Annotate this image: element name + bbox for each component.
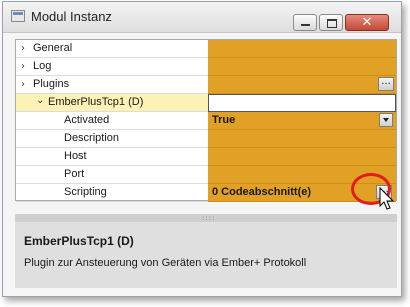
maximize-button[interactable]	[319, 14, 343, 31]
property-row-emberplustcp1[interactable]: ⌄ EmberPlusTcp1 (D)	[16, 94, 396, 112]
property-row-host[interactable]: Host	[16, 148, 396, 166]
activated-value: True	[212, 114, 236, 126]
expand-chevron-icon[interactable]: ›	[21, 61, 25, 72]
property-row-plugins[interactable]: › Plugins ...	[16, 76, 396, 94]
close-icon: ✕	[361, 15, 373, 30]
property-row-scripting[interactable]: Scripting 0 Codeabschnitt(e) ...	[16, 184, 396, 202]
minimize-icon	[301, 24, 310, 26]
host-value-cell[interactable]	[208, 148, 396, 166]
window-title: Modul Instanz	[31, 9, 112, 24]
property-label: Log	[33, 60, 52, 72]
modul-instanz-window: Modul Instanz ✕ › General › Log › Plugin…	[2, 1, 402, 297]
help-description: Plugin zur Ansteuerung von Geräten via E…	[24, 257, 307, 269]
property-label: Scripting	[64, 186, 107, 198]
property-label: General	[33, 42, 73, 54]
property-name-cell: Host	[16, 148, 208, 166]
title-bar[interactable]: Modul Instanz ✕	[3, 2, 401, 33]
property-name-cell: ⌄ EmberPlusTcp1 (D)	[16, 94, 208, 112]
property-row-port[interactable]: Port	[16, 166, 396, 184]
expand-chevron-icon[interactable]: ›	[21, 43, 25, 54]
scripting-value: 0 Codeabschnitt(e)	[212, 186, 312, 198]
activated-dropdown-button[interactable]	[379, 113, 393, 127]
property-label: Activated	[64, 114, 110, 126]
description-value-cell[interactable]	[208, 130, 396, 148]
minimize-button[interactable]	[293, 14, 317, 31]
property-label: Port	[64, 168, 85, 180]
property-name-cell: Port	[16, 166, 208, 184]
property-name-cell: › Plugins	[16, 76, 208, 94]
property-name-cell: Scripting	[16, 184, 208, 202]
property-value-cell[interactable]: True	[208, 112, 396, 130]
splitter-grip-icon: ::::	[202, 214, 216, 222]
plugins-ellipsis-button[interactable]: ...	[378, 77, 394, 91]
property-label: Description	[64, 132, 120, 144]
property-label: Host	[64, 150, 87, 162]
property-row-description[interactable]: Description	[16, 130, 396, 148]
property-grid: › General › Log › Plugins ... ⌄ EmberPlu…	[15, 39, 397, 202]
collapse-chevron-icon[interactable]: ⌄	[36, 95, 44, 106]
mouse-cursor-icon	[379, 187, 395, 210]
property-value-cell[interactable]	[208, 58, 396, 76]
expand-chevron-icon[interactable]: ›	[21, 79, 25, 90]
window-app-icon	[11, 10, 25, 22]
property-label: EmberPlusTcp1 (D)	[48, 96, 144, 108]
property-name-cell: › General	[16, 40, 208, 58]
property-name-cell: Description	[16, 130, 208, 148]
property-name-cell: › Log	[16, 58, 208, 76]
property-row-activated[interactable]: Activated True	[16, 112, 396, 130]
maximize-icon	[327, 19, 337, 28]
property-value-cell[interactable]	[208, 40, 396, 58]
property-value-cell[interactable]: ...	[208, 76, 396, 94]
property-row-log[interactable]: › Log	[16, 58, 396, 76]
property-label: Plugins	[33, 78, 70, 90]
property-value-cell[interactable]	[208, 94, 396, 112]
panel-splitter[interactable]: ::::	[15, 214, 397, 222]
help-panel: EmberPlusTcp1 (D) Plugin zur Ansteuerung…	[15, 222, 397, 288]
property-name-cell: Activated	[16, 112, 208, 130]
close-button[interactable]: ✕	[345, 14, 389, 31]
help-title: EmberPlusTcp1 (D)	[24, 234, 134, 248]
property-row-general[interactable]: › General	[16, 40, 396, 58]
